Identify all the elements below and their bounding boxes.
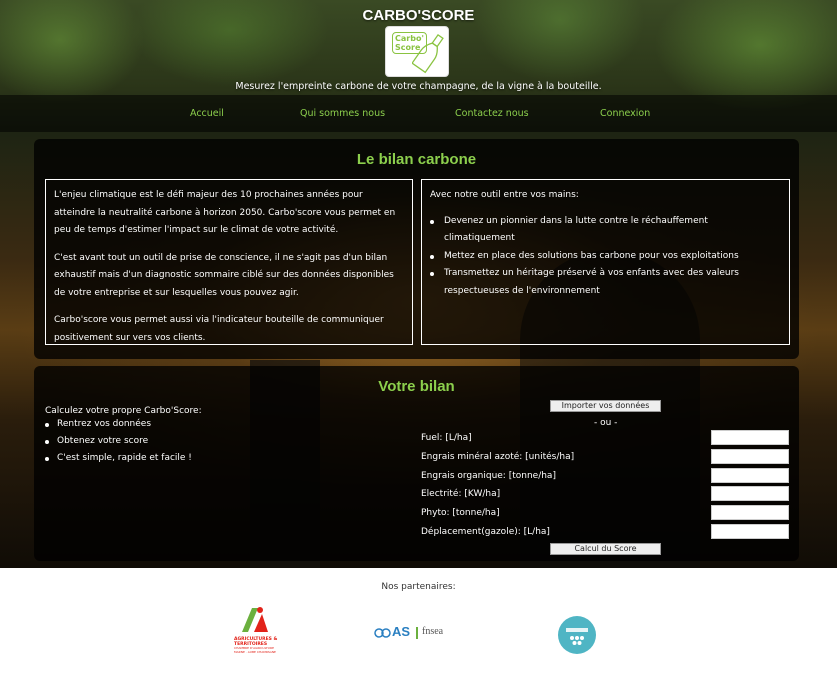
- deplacement-input[interactable]: [711, 524, 789, 539]
- bilan-benefits-box: Avec notre outil entre vos mains: Devene…: [421, 179, 790, 345]
- electricite-input[interactable]: [711, 486, 789, 501]
- phyto-input[interactable]: [711, 505, 789, 520]
- partner-round-logo[interactable]: [558, 616, 596, 654]
- list-item: Rentrez vos données: [45, 416, 192, 433]
- votre-bilan-panel: Votre bilan Calculez votre propre Carbo'…: [34, 366, 799, 561]
- fuel-label: Fuel: [L/ha]: [421, 433, 472, 443]
- calc-steps-list: Rentrez vos données Obtenez votre score …: [45, 416, 192, 467]
- votre-bilan-title: Votre bilan: [378, 378, 455, 395]
- bilan-paragraph: Carbo'score vous permet aussi via l'indi…: [54, 315, 384, 343]
- calcul-score-button[interactable]: Calcul du Score: [550, 543, 661, 555]
- bilan-paragraph: C'est avant tout un outil de prise de co…: [54, 252, 394, 298]
- benefits-list: Devenez un pionnier dans la lutte contre…: [430, 213, 781, 301]
- champagne-bottle-icon: [412, 33, 444, 74]
- engrais-mineral-label: Engrais minéral azoté: [unités/ha]: [421, 452, 575, 462]
- bilan-carbone-title: Le bilan carbone: [356, 151, 477, 168]
- list-item: Devenez un pionnier dans la lutte contre…: [430, 213, 781, 248]
- site-header: CARBO'SCORE Carbo' Score Mesurez l'emprei…: [0, 0, 837, 95]
- engrais-mineral-input[interactable]: [711, 449, 789, 464]
- main-nav: Accueil Qui sommes nous Contactez nous C…: [0, 95, 837, 132]
- partners-section: Nos partenaires: AGRICULTURES & TERRITOI…: [0, 568, 837, 676]
- partner-round-logo-icon: [566, 628, 588, 645]
- engrais-organique-input[interactable]: [711, 468, 789, 483]
- list-item: Obtenez votre score: [45, 433, 192, 450]
- as-logo-text: AS: [392, 624, 411, 639]
- phyto-label: Phyto: [tonne/ha]: [421, 508, 500, 518]
- list-item: Mettez en place des solutions bas carbon…: [430, 248, 781, 266]
- list-item: C'est simple, rapide et facile !: [45, 450, 192, 467]
- nav-link-connexion[interactable]: Connexion: [600, 108, 650, 119]
- electricite-label: Electrité: [KW/ha]: [421, 489, 501, 499]
- or-separator: - ou -: [594, 418, 618, 428]
- fnsea-logo-text: fnsea: [422, 626, 444, 637]
- partners-title: Nos partenaires:: [381, 582, 456, 592]
- bilan-carbone-panel: Le bilan carbone L'enjeu climatique est …: [34, 139, 799, 359]
- import-data-button[interactable]: Importer vos données: [550, 400, 661, 412]
- as-logo-icon: [374, 628, 391, 638]
- engrais-organique-label: Engrais organique: [tonne/ha]: [421, 471, 556, 481]
- site-title: CARBO'SCORE: [362, 7, 475, 24]
- nav-link-qui-sommes-nous[interactable]: Qui sommes nous: [300, 108, 385, 119]
- agricultures-territoires-logo[interactable]: AGRICULTURES & TERRITOIRES CHAMBRE D'AGR…: [234, 604, 284, 658]
- fuel-input[interactable]: [711, 430, 789, 445]
- agricultures-logo-subtext: CHAMBRE D'AGRICULTURE MARNE · AUBE CHAMP…: [234, 646, 276, 654]
- bilan-description-box: L'enjeu climatique est le défi majeur de…: [45, 179, 413, 345]
- nav-link-contactez-nous[interactable]: Contactez nous: [455, 108, 529, 119]
- nav-link-accueil[interactable]: Accueil: [190, 108, 224, 119]
- carboscore-logo[interactable]: Carbo' Score: [385, 26, 449, 77]
- agricultures-logo-icon: [242, 607, 268, 632]
- list-item: Transmettez un héritage préservé à vos e…: [430, 265, 781, 300]
- as-fnsea-logo[interactable]: AS fnsea: [374, 624, 460, 648]
- logo-divider: [416, 627, 418, 639]
- site-tagline: Mesurez l'empreinte carbone de votre cha…: [235, 81, 602, 92]
- deplacement-label: Déplacement(gazole): [L/ha]: [421, 527, 550, 537]
- benefits-intro: Avec notre outil entre vos mains:: [430, 190, 579, 200]
- bilan-paragraph: L'enjeu climatique est le défi majeur de…: [54, 190, 396, 235]
